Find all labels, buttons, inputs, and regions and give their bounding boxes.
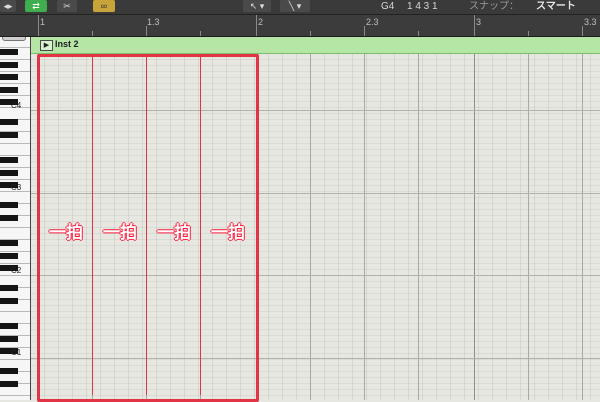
pointer-tool-button[interactable]: ↖ ▾: [243, 0, 271, 12]
beat-label-3: 一拍: [157, 223, 191, 242]
catch-button[interactable]: ⇄: [25, 0, 47, 12]
position-value: 1 4 3 1: [407, 1, 438, 12]
ruler-marker-3: 3: [476, 17, 482, 27]
pencil-tool-button[interactable]: ╲ ▾: [280, 0, 310, 12]
region-play-icon[interactable]: ▶: [40, 40, 53, 51]
midi-region-header[interactable]: ▶ Inst 2: [31, 37, 600, 54]
position-label: G4: [381, 1, 395, 12]
beat-label-4: 一拍: [211, 223, 245, 242]
snap-dropdown[interactable]: スマート: [536, 0, 576, 13]
keyboard-mode-button[interactable]: ▾: [2, 37, 26, 41]
bar-ruler[interactable]: 1 1.3 2 2.3 3 3.3: [0, 15, 600, 37]
octave-label-c2: C2: [11, 266, 22, 275]
beat-label-1: 一拍: [49, 223, 83, 242]
top-toolbar: ◂▸ ⇄ ✂ ∞ ↖ ▾ ╲ ▾ G4 1 4 3 1 スナップ： スマート: [0, 0, 600, 15]
ruler-marker-1-3: 1.3: [147, 17, 160, 27]
ruler-marker-2-3: 2.3: [366, 17, 379, 27]
octave-label-c3: C3: [11, 183, 22, 192]
ruler-marker-2: 2: [258, 17, 264, 27]
octave-label-c1: C1: [11, 348, 22, 357]
ruler-marker-3-3: 3.3: [584, 17, 597, 27]
beat-label-2: 一拍: [103, 223, 137, 242]
region-name: Inst 2: [55, 39, 79, 49]
scissors-icon[interactable]: ✂: [57, 0, 77, 12]
octave-label-c4: C4: [11, 101, 22, 110]
piano-keyboard[interactable]: ▾ C4 C3 C2 C1: [0, 37, 31, 400]
link-button[interactable]: ∞: [93, 0, 115, 12]
midi-in-button[interactable]: ◂▸: [0, 0, 16, 12]
snap-label: スナップ：: [469, 1, 519, 12]
ruler-marker-1: 1: [40, 17, 46, 27]
